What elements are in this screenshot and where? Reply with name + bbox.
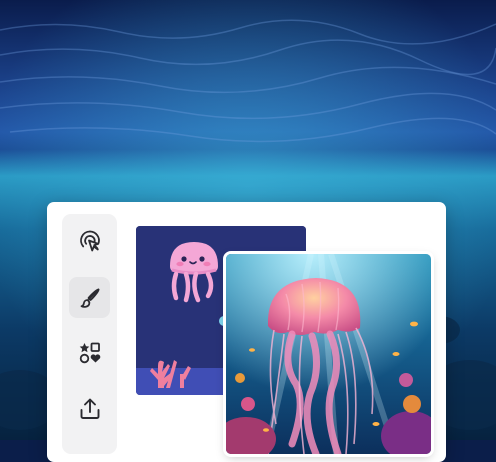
upload-share-icon <box>80 398 99 419</box>
upload-tool-button[interactable] <box>69 388 110 429</box>
paintbrush-icon <box>80 288 99 308</box>
elements-tool-button[interactable] <box>69 332 110 373</box>
elements-shapes-icon <box>79 342 100 363</box>
ai-cursor-click-icon <box>79 230 100 251</box>
ai-select-tool-button[interactable] <box>69 220 110 261</box>
draw-tool-button[interactable] <box>69 277 110 318</box>
realistic-jellyfish-design[interactable] <box>226 254 431 454</box>
